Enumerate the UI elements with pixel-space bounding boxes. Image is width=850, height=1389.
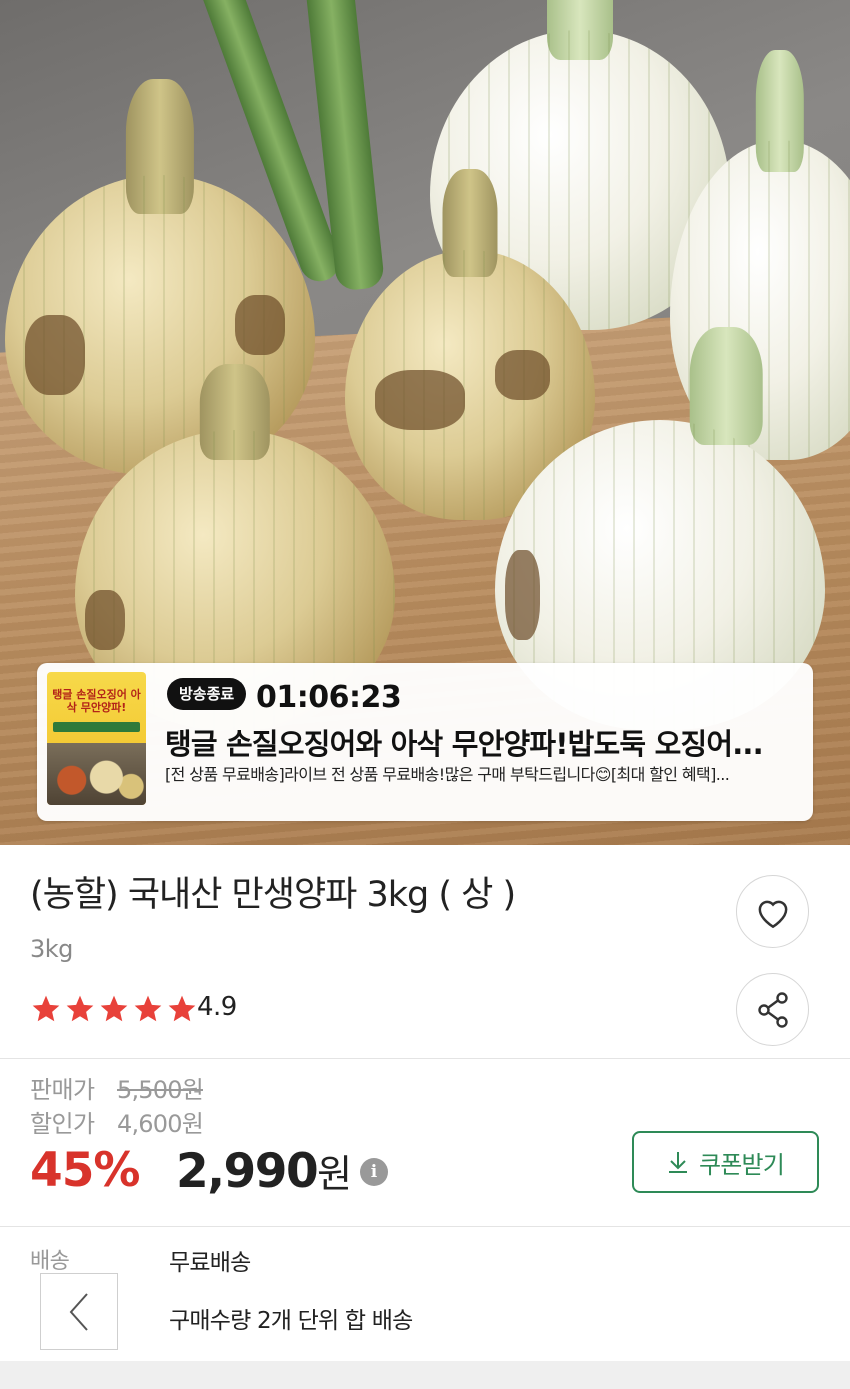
back-button[interactable] [40,1273,118,1350]
sell-price-value: 5,500원 [117,1076,204,1104]
shipping-note: 구매수량 2개 단위 합 배송 [169,1308,413,1334]
product-image: 탱글 손질오징어 아삭 무안양파! 방송종료 01:06:23 탱글 손질오징어… [0,0,850,845]
coupon-download-button[interactable]: 쿠폰받기 [632,1131,819,1193]
star-icon [134,995,162,1022]
thumbnail-food [47,743,146,805]
share-button[interactable] [736,973,809,1046]
chevron-left-icon [69,1292,88,1331]
broadcast-time: 01:06:23 [256,680,402,715]
broadcast-ended-badge: 방송종료 [167,678,247,710]
discount-percent: 45% [30,1143,140,1198]
final-price-unit: 원 [317,1152,352,1196]
broadcast-title: 탱글 손질오징어와 아삭 무안양파!밥도둑 오징어... [165,727,764,761]
shipping-value: 무료배송 [169,1250,251,1276]
star-icon [32,995,60,1022]
rating-value: 4.9 [197,992,237,1022]
broadcast-description: [전 상품 무료배송]라이브 전 상품 무료배송!많은 구매 부탁드립니다😊[최… [165,765,730,784]
share-icon [757,991,788,1028]
live-broadcast-card[interactable]: 탱글 손질오징어 아삭 무안양파! 방송종료 01:06:23 탱글 손질오징어… [37,663,813,821]
discount-price-label: 할인가 [30,1110,95,1138]
sell-price-label: 판매가 [30,1076,95,1104]
thumbnail-banner [53,722,140,732]
product-option: 3kg [30,935,73,963]
info-icon[interactable]: i [360,1158,388,1186]
final-price: 2,990원 [176,1143,352,1199]
heart-icon [758,900,787,928]
like-button[interactable] [736,875,809,948]
product-title: (농할) 국내산 만생양파 3kg ( 상 ) [30,875,516,915]
coupon-label: 쿠폰받기 [698,1150,785,1179]
star-icon [66,995,94,1022]
divider [0,1226,850,1227]
thumbnail-text: 탱글 손질오징어 아삭 무안양파! [52,688,141,714]
final-price-number: 2,990 [176,1144,319,1199]
star-icon [100,995,128,1022]
live-thumbnail: 탱글 손질오징어 아삭 무안양파! [47,672,146,805]
divider [0,1058,850,1059]
rating-stars [30,993,200,1025]
discount-price-value: 4,600원 [117,1110,204,1138]
section-separator [0,1361,850,1389]
download-icon [668,1152,687,1173]
star-icon [168,995,196,1022]
shipping-label: 배송 [30,1249,70,1274]
